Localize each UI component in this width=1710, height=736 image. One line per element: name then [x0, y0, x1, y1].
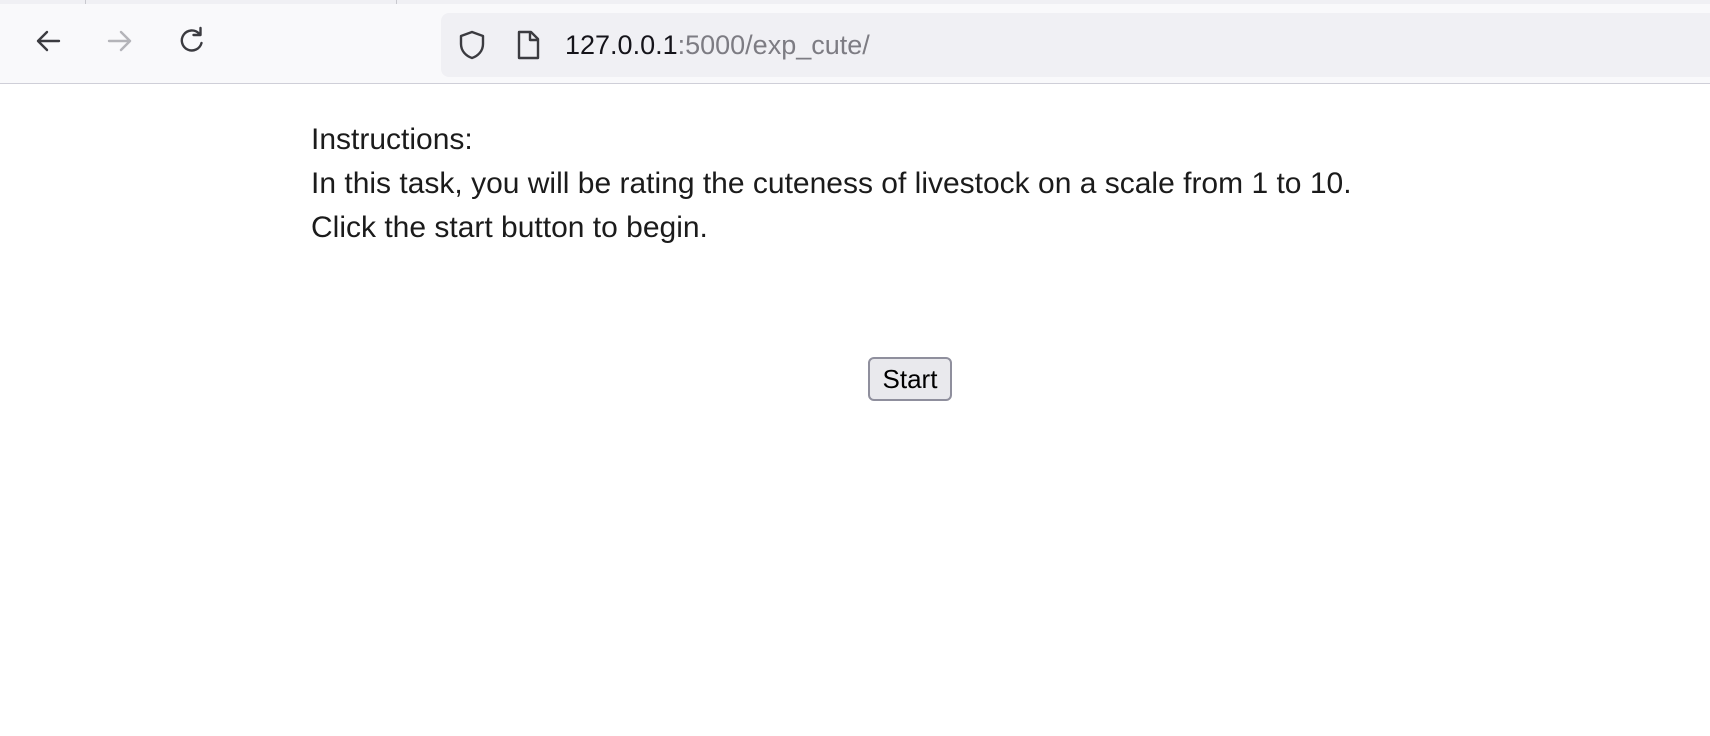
back-arrow-icon: [32, 25, 64, 57]
url-host: 127.0.0.1: [565, 30, 678, 60]
instructions-heading: Instructions:: [311, 123, 473, 156]
url-text[interactable]: 127.0.0.1:5000/exp_cute/: [565, 29, 870, 61]
forward-button[interactable]: [102, 23, 138, 59]
instructions-block: Instructions: In this task, you will be …: [311, 118, 1511, 250]
browser-toolbar: 127.0.0.1:5000/exp_cute/: [0, 4, 1710, 84]
instructions-line-2: Click the start button to begin.: [311, 211, 708, 244]
url-path: :5000/exp_cute/: [677, 30, 870, 60]
reload-button[interactable]: [174, 23, 210, 59]
reload-icon: [175, 24, 209, 58]
url-bar[interactable]: 127.0.0.1:5000/exp_cute/: [441, 13, 1710, 77]
page-icon[interactable]: [512, 29, 544, 61]
start-button[interactable]: Start: [868, 357, 952, 401]
instructions-line-1: In this task, you will be rating the cut…: [311, 167, 1352, 200]
back-button[interactable]: [30, 23, 66, 59]
forward-arrow-icon: [104, 25, 136, 57]
shield-icon[interactable]: [456, 29, 488, 61]
